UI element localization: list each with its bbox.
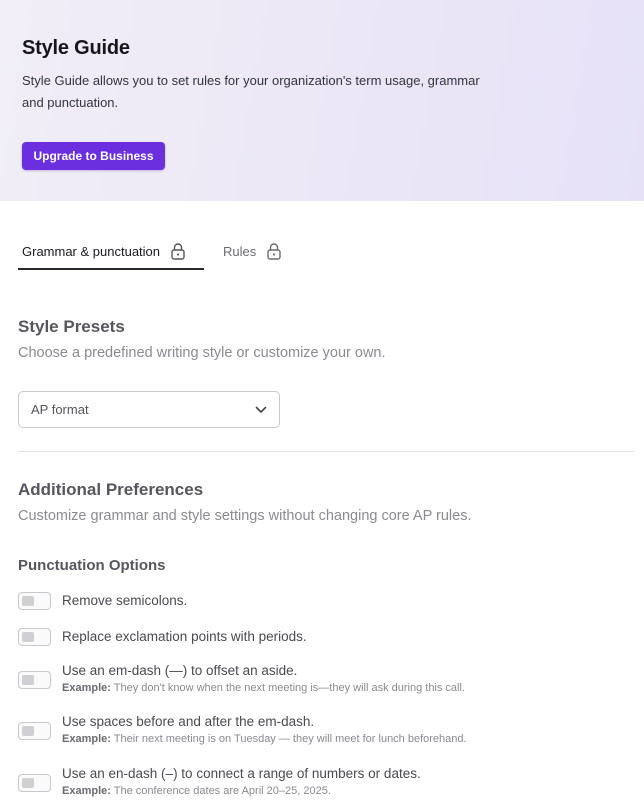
option-label: Use spaces before and after the em-dash. bbox=[62, 714, 315, 729]
upgrade-banner: Style Guide Style Guide allows you to se… bbox=[0, 0, 644, 201]
lock-icon bbox=[171, 243, 185, 260]
chevron-down-icon bbox=[255, 406, 267, 413]
option-example: Example: The conference dates are April … bbox=[62, 785, 331, 797]
option-label: Remove semicolons. bbox=[62, 593, 188, 608]
style-presets-subtitle: Choose a predefined writing style or cus… bbox=[18, 345, 386, 361]
toggle-knob bbox=[22, 632, 34, 642]
toggle-switch[interactable] bbox=[18, 774, 51, 792]
option-example: Example: Their next meeting is on Tuesda… bbox=[62, 733, 467, 745]
active-tab-indicator bbox=[18, 268, 204, 270]
toggle-knob bbox=[22, 675, 34, 685]
example-text: The conference dates are April 20–25, 20… bbox=[113, 785, 331, 797]
upgrade-button[interactable]: Upgrade to Business bbox=[22, 142, 165, 170]
option-example: Example: They don't know when the next m… bbox=[62, 682, 465, 694]
punctuation-options-title: Punctuation Options bbox=[18, 557, 166, 574]
example-prefix: Example: bbox=[62, 733, 111, 745]
toggle-knob bbox=[22, 726, 34, 736]
toggle-knob bbox=[22, 596, 34, 606]
tab-rules[interactable]: Rules bbox=[223, 232, 282, 270]
tab-bar: Grammar & punctuation Rules bbox=[18, 232, 318, 272]
tab-label: Grammar & punctuation bbox=[22, 243, 161, 259]
section-divider bbox=[18, 451, 634, 452]
option-label: Use an en-dash (–) to connect a range of… bbox=[62, 766, 421, 781]
banner-description: Style Guide allows you to set rules for … bbox=[22, 73, 480, 110]
toggle-switch[interactable] bbox=[18, 592, 51, 610]
option-label: Replace exclamation points with periods. bbox=[62, 629, 307, 644]
lock-icon bbox=[267, 243, 281, 260]
tab-grammar-punctuation[interactable]: Grammar & punctuation bbox=[22, 232, 186, 270]
example-text: They don't know when the next meeting is… bbox=[113, 682, 465, 694]
option-label: Use an em-dash (—) to offset an aside. bbox=[62, 663, 298, 678]
page-title: Style Guide bbox=[22, 37, 130, 59]
selected-preset: AP format bbox=[31, 402, 89, 417]
additional-preferences-subtitle: Customize grammar and style settings wit… bbox=[18, 508, 472, 524]
tab-label: Rules bbox=[223, 243, 257, 259]
style-preset-dropdown[interactable]: AP format bbox=[18, 391, 280, 428]
toggle-switch[interactable] bbox=[18, 628, 51, 646]
example-text: Their next meeting is on Tuesday — they … bbox=[113, 733, 467, 745]
toggle-knob bbox=[22, 778, 34, 788]
additional-preferences-title: Additional Preferences bbox=[18, 480, 204, 499]
style-presets-title: Style Presets bbox=[18, 317, 125, 336]
example-prefix: Example: bbox=[62, 682, 111, 694]
toggle-switch[interactable] bbox=[18, 671, 51, 689]
toggle-switch[interactable] bbox=[18, 722, 51, 740]
example-prefix: Example: bbox=[62, 785, 111, 797]
